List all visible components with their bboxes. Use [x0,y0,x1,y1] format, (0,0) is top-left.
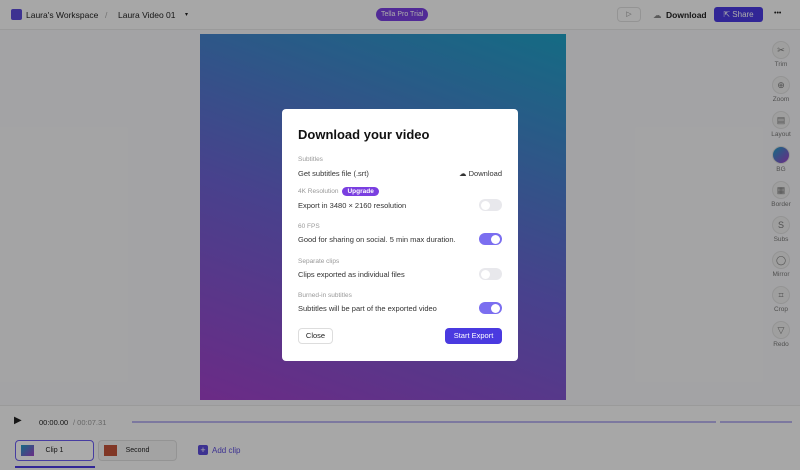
download-label: Download [468,169,502,178]
dialog-title: Download your video [298,127,430,142]
section-label: 60 FPS [298,223,320,230]
download-subtitles-button[interactable]: ☁ Download [459,169,502,178]
separate-clips-toggle[interactable] [479,268,502,280]
separate-text: Clips exported as individual files [298,269,405,279]
section-label: 4K Resolution [298,188,339,195]
burned-subtitles-toggle[interactable] [479,302,502,314]
res4k-toggle[interactable] [479,199,502,211]
cloud-download-icon: ☁ [459,169,469,178]
res4k-text: Export in 3480 × 2160 resolution [298,200,407,210]
section-label: Subtitles [298,156,323,163]
section-label: Separate clips [298,258,340,265]
upgrade-badge[interactable]: Upgrade [342,187,379,196]
burned-text: Subtitles will be part of the exported v… [298,303,437,313]
fps-text: Good for sharing on social. 5 min max du… [298,234,456,244]
section-label: Burned-in subtitles [298,292,352,299]
subtitles-text: Get subtitles file (.srt) [298,169,369,178]
start-export-button[interactable]: Start Export [445,328,502,344]
fps-toggle[interactable] [479,233,502,245]
close-button[interactable]: Close [298,328,333,344]
download-dialog: Download your video Subtitles Get subtit… [282,109,518,361]
